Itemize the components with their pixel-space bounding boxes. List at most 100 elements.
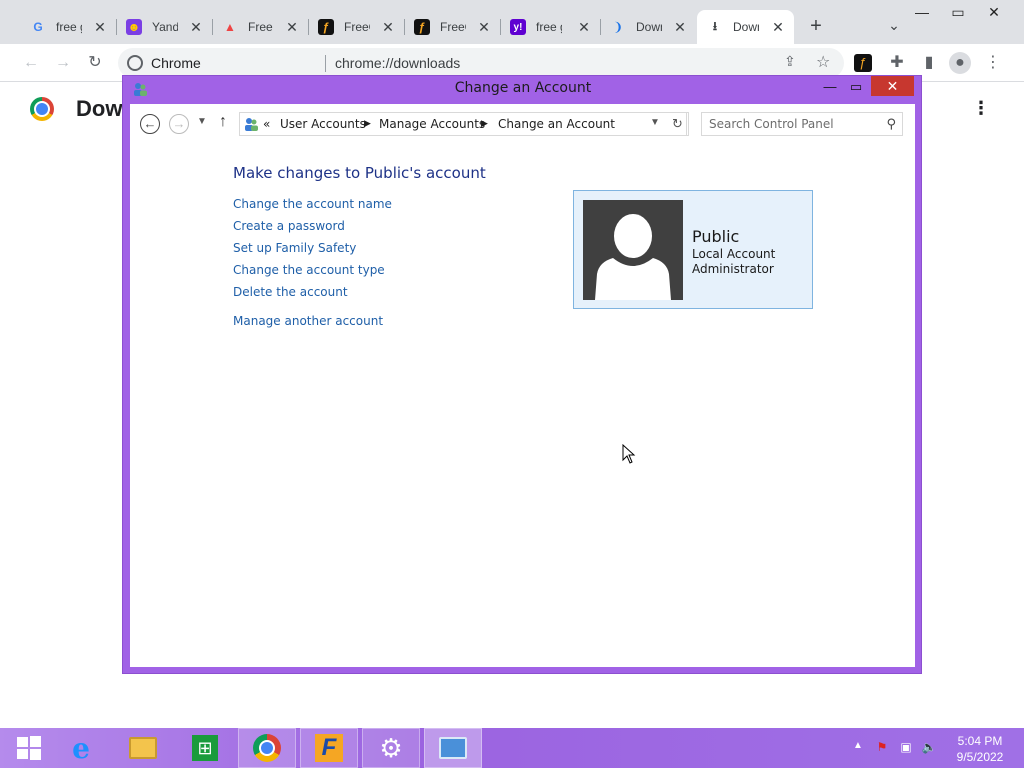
- google-icon: G: [33, 20, 43, 34]
- omnibox[interactable]: Chrome chrome://downloads ⇪ ☆: [118, 48, 844, 78]
- tab-4[interactable]: ƒ FreeG ✕: [308, 12, 405, 42]
- breadcrumb-overflow[interactable]: «: [263, 117, 270, 131]
- tab-search-chevron-icon[interactable]: ⌄: [884, 17, 904, 37]
- show-hidden-icons-icon[interactable]: ▲: [850, 740, 866, 756]
- profile-avatar-icon[interactable]: ●: [949, 52, 971, 74]
- start-button[interactable]: [0, 728, 58, 768]
- tab-3[interactable]: ▲ Free G ✕: [212, 12, 309, 42]
- tab-title: FreeG: [344, 20, 370, 34]
- chrome-menu-icon[interactable]: ⋮: [982, 52, 1004, 74]
- freeg-icon: ƒ: [414, 19, 430, 35]
- downloads-more-menu-icon[interactable]: ⋮: [972, 98, 990, 119]
- control-panel-window: Change an Account — ▭ ✕ ← → ▼ ↑ « User A…: [122, 75, 922, 674]
- downloads-page-title: Downloads: [76, 96, 122, 121]
- tab-strip: G free g ✕ ☻ Yande ✕ ▲ Free G ✕ ƒ FreeG …: [0, 0, 1024, 44]
- reload-icon[interactable]: ↻: [84, 52, 106, 74]
- share-icon[interactable]: ⇪: [784, 53, 796, 70]
- bookmark-star-icon[interactable]: ☆: [816, 52, 830, 72]
- close-icon[interactable]: ✕: [576, 19, 592, 35]
- tab-title: Yande: [152, 20, 178, 34]
- tab-title: Down: [636, 20, 662, 34]
- freeg-icon[interactable]: F: [300, 728, 358, 768]
- recent-pages-dropdown-icon[interactable]: ▼: [197, 116, 207, 127]
- address-dropdown-icon[interactable]: ▼: [650, 117, 660, 128]
- mouse-pointer-icon: [622, 444, 636, 464]
- search-input[interactable]: Search Control Panel ⚲: [701, 112, 903, 136]
- search-icon[interactable]: ⚲: [886, 116, 896, 132]
- speaker-muted-icon[interactable]: 🔈: [921, 740, 937, 756]
- control-panel-icon[interactable]: [424, 728, 482, 768]
- close-icon[interactable]: ✕: [476, 19, 492, 35]
- window-minimize-button[interactable]: —: [817, 78, 843, 96]
- back-button[interactable]: ←: [140, 114, 160, 134]
- tab-title: free g: [56, 20, 82, 34]
- address-bar[interactable]: « User Accounts ▶ Manage Accounts ▶ Chan…: [239, 112, 687, 136]
- store-icon[interactable]: ⊞: [176, 728, 234, 768]
- change-account-type-link[interactable]: Change the account type: [233, 263, 385, 277]
- minimize-button[interactable]: —: [904, 2, 940, 24]
- forward-arrow-icon[interactable]: →: [52, 52, 74, 74]
- tab-title: FreeG: [440, 20, 466, 34]
- file-explorer-icon[interactable]: [114, 728, 172, 768]
- user-avatar: [583, 200, 683, 300]
- settings-icon[interactable]: ⚙: [362, 728, 420, 768]
- chrome-logo-icon: [30, 97, 54, 121]
- freeg-extension-icon[interactable]: ƒ: [854, 54, 872, 72]
- up-arrow-icon[interactable]: ↑: [219, 113, 227, 131]
- close-icon[interactable]: ✕: [188, 19, 204, 35]
- omnibox-separator: [325, 55, 326, 72]
- tab-6[interactable]: y! free g ✕: [500, 12, 601, 42]
- extensions-puzzle-icon[interactable]: ✚: [886, 52, 908, 74]
- refresh-icon[interactable]: ↻: [667, 112, 689, 136]
- close-icon[interactable]: ✕: [380, 19, 396, 35]
- tab-title: free g: [536, 20, 562, 34]
- family-safety-link[interactable]: Set up Family Safety: [233, 241, 356, 255]
- window-client-area: ← → ▼ ↑ « User Accounts ▶ Manage Account…: [130, 104, 915, 667]
- chrome-icon[interactable]: [238, 728, 296, 768]
- tab-1[interactable]: G free g ✕: [20, 12, 117, 42]
- action-center-flag-icon[interactable]: ⚑: [874, 740, 890, 756]
- tab-5[interactable]: ƒ FreeG ✕: [404, 12, 501, 42]
- side-panel-icon[interactable]: ▮: [918, 52, 940, 74]
- clock-date: 9/5/2022: [956, 750, 1004, 764]
- close-icon[interactable]: ✕: [770, 19, 786, 35]
- breadcrumb-manage-accounts[interactable]: Manage Accounts: [379, 117, 485, 131]
- clock-time: 5:04 PM: [957, 734, 1003, 748]
- change-account-name-link[interactable]: Change the account name: [233, 197, 392, 211]
- breadcrumb-change-account[interactable]: Change an Account: [498, 117, 615, 131]
- chevron-right-icon[interactable]: ▶: [364, 119, 371, 129]
- manage-another-account-link[interactable]: Manage another account: [233, 314, 383, 328]
- chevron-right-icon[interactable]: ▶: [481, 119, 488, 129]
- forward-button[interactable]: →: [169, 114, 189, 134]
- windows-logo-icon: [17, 736, 41, 760]
- new-tab-button[interactable]: +: [805, 16, 827, 38]
- close-icon[interactable]: ✕: [92, 19, 108, 35]
- yahoo-icon: y!: [510, 19, 526, 35]
- create-password-link[interactable]: Create a password: [233, 219, 345, 233]
- omnibox-site-label: Chrome: [151, 55, 201, 71]
- tab-title: Free G: [248, 20, 274, 34]
- tab-7[interactable]: ❩ Down ✕: [600, 12, 696, 42]
- game-icon: ▲: [224, 20, 236, 34]
- breadcrumb-user-accounts[interactable]: User Accounts: [280, 117, 366, 131]
- window-maximize-button[interactable]: ▭: [843, 78, 869, 96]
- close-icon[interactable]: ✕: [284, 19, 300, 35]
- user-silhouette-icon: [595, 214, 671, 300]
- omnibox-url[interactable]: chrome://downloads: [335, 55, 460, 71]
- freeg-icon: ƒ: [318, 19, 334, 35]
- clock[interactable]: 5:04 PM 9/5/2022: [940, 733, 1020, 765]
- back-arrow-icon[interactable]: ←: [20, 52, 42, 74]
- yandex-icon: ☻: [126, 19, 142, 35]
- delete-account-link[interactable]: Delete the account: [233, 285, 348, 299]
- taskbar: e ⊞ F ⚙ ▲ ⚑ ▣ 🔈 5:04 PM 9/5/2022: [0, 728, 1024, 768]
- close-window-button[interactable]: ✕: [976, 2, 1012, 24]
- tab-8-active[interactable]: ⭳ Down ✕: [697, 10, 794, 44]
- tab-2[interactable]: ☻ Yande ✕: [116, 12, 213, 42]
- loading-icon: ❩: [612, 20, 624, 34]
- maximize-button[interactable]: ▭: [940, 2, 976, 24]
- window-close-button[interactable]: ✕: [871, 76, 914, 96]
- network-icon[interactable]: ▣: [898, 740, 914, 756]
- account-type: Local Account: [692, 247, 776, 261]
- internet-explorer-icon[interactable]: e: [52, 728, 110, 768]
- close-icon[interactable]: ✕: [672, 19, 688, 35]
